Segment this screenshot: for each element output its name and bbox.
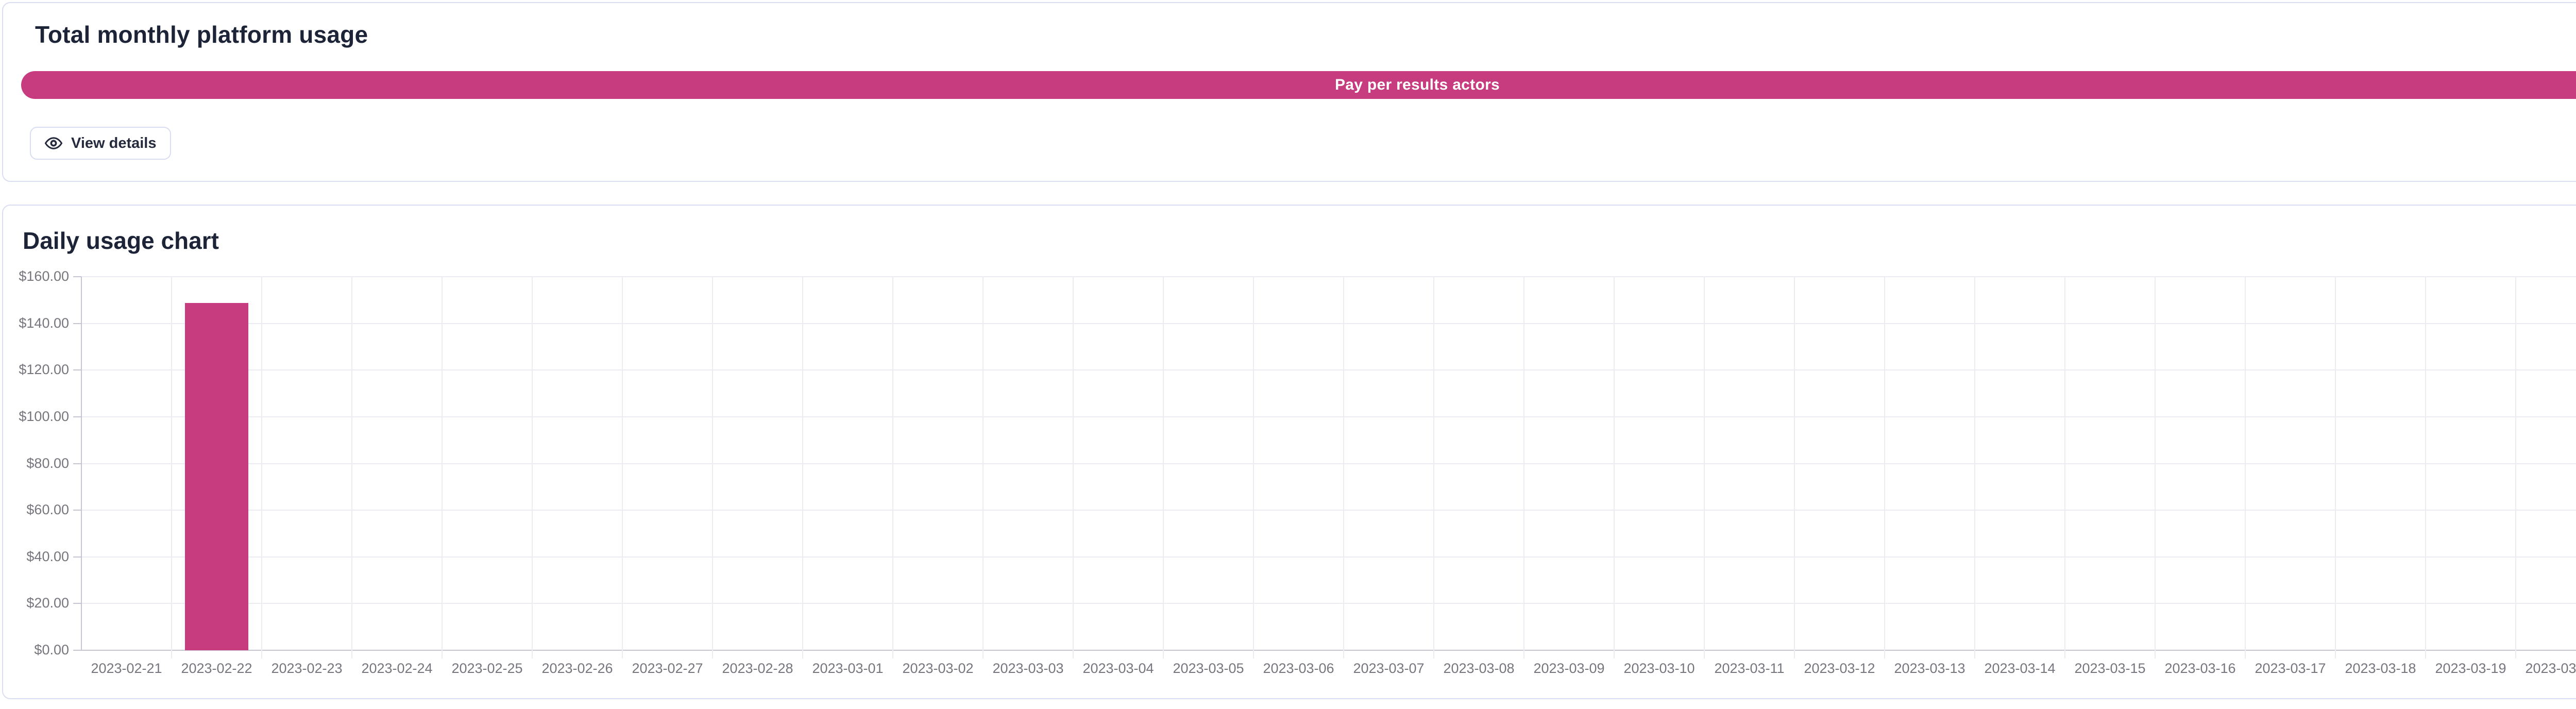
- daily-usage-chart-card: Daily usage chart Absolute Cumulative $0…: [2, 205, 2576, 699]
- y-axis-tick: [73, 276, 81, 277]
- x-gridline: [1704, 277, 1705, 659]
- view-details-label: View details: [71, 135, 157, 152]
- y-axis-label: $40.00: [0, 549, 69, 565]
- x-gridline: [1163, 277, 1164, 659]
- x-gridline: [892, 277, 893, 659]
- y-axis-tick: [73, 510, 81, 511]
- y-axis-tick: [73, 369, 81, 370]
- x-axis-label: 2023-02-23: [262, 661, 352, 677]
- x-axis-label: 2023-03-01: [803, 661, 893, 677]
- x-axis-label: 2023-02-24: [352, 661, 442, 677]
- x-axis-label: 2023-03-04: [1073, 661, 1163, 677]
- usage-progress-segment-label: Pay per results actors: [1335, 76, 1500, 94]
- y-gridline: [81, 650, 2576, 651]
- x-axis-label: 2023-03-18: [2335, 661, 2426, 677]
- x-axis-label: 2023-03-02: [893, 661, 983, 677]
- x-gridline: [802, 277, 803, 659]
- x-gridline: [1253, 277, 1254, 659]
- x-axis-label: 2023-03-15: [2065, 661, 2155, 677]
- usage-progress-bar: Pay per results actors: [21, 71, 2576, 99]
- x-gridline: [1884, 277, 1885, 659]
- y-axis-tick: [73, 650, 81, 651]
- y-axis-line: [81, 277, 82, 650]
- y-axis-label: $0.00: [0, 642, 69, 658]
- y-axis-label: $160.00: [0, 268, 69, 284]
- y-axis-label: $60.00: [0, 502, 69, 518]
- x-gridline: [1974, 277, 1975, 659]
- y-gridline: [81, 603, 2576, 604]
- x-gridline: [1433, 277, 1434, 659]
- x-axis-label: 2023-02-22: [172, 661, 262, 677]
- x-axis-label: 2023-03-16: [2155, 661, 2245, 677]
- x-gridline: [2155, 277, 2156, 659]
- x-gridline: [2245, 277, 2246, 659]
- y-gridline: [81, 276, 2576, 277]
- x-axis-label: 2023-03-12: [1794, 661, 1885, 677]
- x-gridline: [2335, 277, 2336, 659]
- x-axis-label: 2023-03-05: [1163, 661, 1253, 677]
- x-axis-label: 2023-03-19: [2426, 661, 2516, 677]
- x-axis-label: 2023-03-13: [1885, 661, 1975, 677]
- x-gridline: [2515, 277, 2516, 659]
- y-axis-label: $120.00: [0, 362, 69, 378]
- x-axis-label: 2023-03-14: [1975, 661, 2065, 677]
- x-gridline: [1343, 277, 1344, 659]
- x-axis-label: 2023-03-17: [2245, 661, 2335, 677]
- y-axis-tick: [73, 463, 81, 464]
- x-gridline: [351, 277, 352, 659]
- x-axis-label: 2023-03-09: [1524, 661, 1614, 677]
- x-gridline: [982, 277, 984, 659]
- y-gridline: [81, 369, 2576, 370]
- eye-icon: [44, 134, 63, 153]
- y-axis-tick: [73, 416, 81, 417]
- x-gridline: [171, 277, 172, 659]
- x-gridline: [2064, 277, 2065, 659]
- x-gridline: [1614, 277, 1615, 659]
- x-axis-label: 2023-03-07: [1344, 661, 1434, 677]
- x-axis-label: 2023-03-06: [1253, 661, 1344, 677]
- total-usage-card: Total monthly platform usage $150.00 Pay…: [2, 2, 2576, 182]
- y-gridline: [81, 323, 2576, 324]
- daily-usage-bar-chart: $0.00 $20.00 $40.00 $60.00 $80.00 $100.00 $120…: [3, 206, 2576, 698]
- y-axis-label: $80.00: [0, 455, 69, 471]
- x-axis-label: 2023-03-08: [1434, 661, 1524, 677]
- x-gridline: [1523, 277, 1524, 659]
- y-axis-label: $20.00: [0, 595, 69, 611]
- y-gridline: [81, 416, 2576, 417]
- y-axis-tick: [73, 603, 81, 604]
- x-axis-label: 2023-02-25: [442, 661, 532, 677]
- x-gridline: [712, 277, 713, 659]
- x-gridline: [2425, 277, 2426, 659]
- usage-bar[interactable]: [185, 303, 248, 650]
- x-gridline: [532, 277, 533, 659]
- y-gridline: [81, 556, 2576, 558]
- usage-card-title: Total monthly platform usage: [35, 21, 368, 48]
- x-axis-label: 2023-02-26: [532, 661, 622, 677]
- y-axis-tick: [73, 323, 81, 324]
- x-gridline: [1073, 277, 1074, 659]
- y-gridline: [81, 463, 2576, 464]
- x-gridline: [1794, 277, 1795, 659]
- view-details-button[interactable]: View details: [30, 127, 171, 160]
- x-axis-label: 2023-03-03: [983, 661, 1073, 677]
- x-gridline: [442, 277, 443, 659]
- y-axis-label: $140.00: [0, 315, 69, 331]
- x-axis-label: 2023-03-10: [1614, 661, 1704, 677]
- x-axis-label: 2023-03-11: [1704, 661, 1794, 677]
- x-axis-label: 2023-03-20: [2516, 661, 2576, 677]
- y-axis-label: $100.00: [0, 409, 69, 425]
- x-axis-label: 2023-02-27: [622, 661, 713, 677]
- x-axis-label: 2023-02-21: [81, 661, 172, 677]
- usage-card-header: Total monthly platform usage $150.00: [35, 21, 2576, 48]
- x-gridline: [622, 277, 623, 659]
- y-axis-tick: [73, 556, 81, 558]
- x-axis-label: 2023-02-28: [713, 661, 803, 677]
- x-gridline: [261, 277, 262, 659]
- y-gridline: [81, 510, 2576, 511]
